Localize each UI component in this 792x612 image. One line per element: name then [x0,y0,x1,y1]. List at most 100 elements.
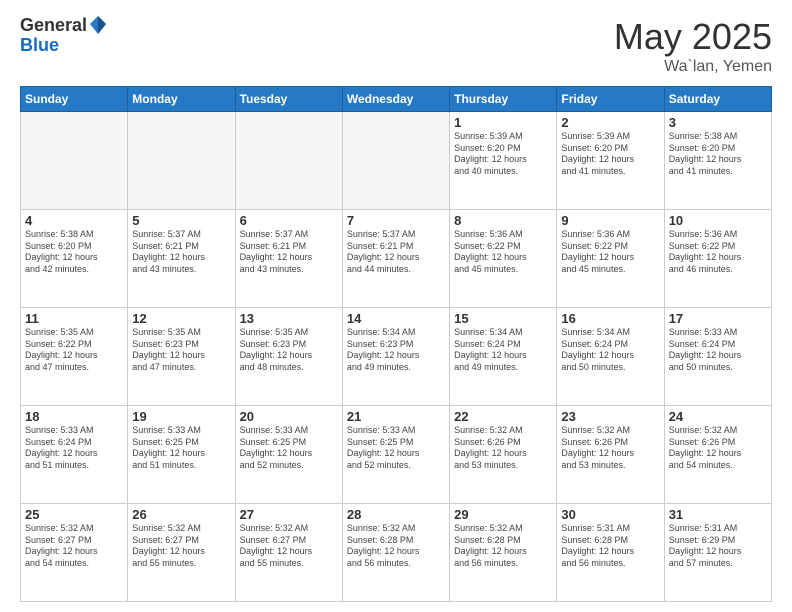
calendar-cell [128,112,235,210]
calendar-cell: 29Sunrise: 5:32 AM Sunset: 6:28 PM Dayli… [450,504,557,602]
day-info: Sunrise: 5:35 AM Sunset: 6:23 PM Dayligh… [240,327,338,374]
day-number: 13 [240,311,338,326]
calendar-cell: 31Sunrise: 5:31 AM Sunset: 6:29 PM Dayli… [664,504,771,602]
day-number: 9 [561,213,659,228]
calendar-cell: 7Sunrise: 5:37 AM Sunset: 6:21 PM Daylig… [342,210,449,308]
calendar-cell: 18Sunrise: 5:33 AM Sunset: 6:24 PM Dayli… [21,406,128,504]
day-number: 30 [561,507,659,522]
day-number: 3 [669,115,767,130]
calendar-cell: 3Sunrise: 5:38 AM Sunset: 6:20 PM Daylig… [664,112,771,210]
calendar-cell [235,112,342,210]
day-info: Sunrise: 5:38 AM Sunset: 6:20 PM Dayligh… [669,131,767,178]
calendar-cell: 13Sunrise: 5:35 AM Sunset: 6:23 PM Dayli… [235,308,342,406]
day-info: Sunrise: 5:35 AM Sunset: 6:22 PM Dayligh… [25,327,123,374]
day-info: Sunrise: 5:32 AM Sunset: 6:28 PM Dayligh… [347,523,445,570]
logo-text: General Blue [20,16,107,56]
day-info: Sunrise: 5:36 AM Sunset: 6:22 PM Dayligh… [669,229,767,276]
day-info: Sunrise: 5:32 AM Sunset: 6:26 PM Dayligh… [454,425,552,472]
day-info: Sunrise: 5:39 AM Sunset: 6:20 PM Dayligh… [454,131,552,178]
day-info: Sunrise: 5:34 AM Sunset: 6:23 PM Dayligh… [347,327,445,374]
calendar-cell: 15Sunrise: 5:34 AM Sunset: 6:24 PM Dayli… [450,308,557,406]
day-info: Sunrise: 5:39 AM Sunset: 6:20 PM Dayligh… [561,131,659,178]
day-number: 31 [669,507,767,522]
day-number: 15 [454,311,552,326]
day-number: 29 [454,507,552,522]
calendar-cell: 6Sunrise: 5:37 AM Sunset: 6:21 PM Daylig… [235,210,342,308]
day-number: 18 [25,409,123,424]
calendar-cell: 23Sunrise: 5:32 AM Sunset: 6:26 PM Dayli… [557,406,664,504]
day-info: Sunrise: 5:32 AM Sunset: 6:27 PM Dayligh… [25,523,123,570]
calendar-cell: 9Sunrise: 5:36 AM Sunset: 6:22 PM Daylig… [557,210,664,308]
day-info: Sunrise: 5:37 AM Sunset: 6:21 PM Dayligh… [347,229,445,276]
calendar-cell: 24Sunrise: 5:32 AM Sunset: 6:26 PM Dayli… [664,406,771,504]
col-tuesday: Tuesday [235,87,342,112]
day-info: Sunrise: 5:33 AM Sunset: 6:25 PM Dayligh… [132,425,230,472]
day-info: Sunrise: 5:37 AM Sunset: 6:21 PM Dayligh… [240,229,338,276]
day-number: 1 [454,115,552,130]
day-number: 17 [669,311,767,326]
calendar-cell: 27Sunrise: 5:32 AM Sunset: 6:27 PM Dayli… [235,504,342,602]
day-number: 7 [347,213,445,228]
calendar-cell: 12Sunrise: 5:35 AM Sunset: 6:23 PM Dayli… [128,308,235,406]
logo-blue: Blue [20,36,107,56]
calendar-table: Sunday Monday Tuesday Wednesday Thursday… [20,86,772,602]
day-number: 27 [240,507,338,522]
logo-general: General [20,16,87,36]
col-wednesday: Wednesday [342,87,449,112]
day-number: 11 [25,311,123,326]
calendar-cell: 17Sunrise: 5:33 AM Sunset: 6:24 PM Dayli… [664,308,771,406]
day-info: Sunrise: 5:34 AM Sunset: 6:24 PM Dayligh… [561,327,659,374]
day-info: Sunrise: 5:32 AM Sunset: 6:27 PM Dayligh… [132,523,230,570]
week-row-4: 18Sunrise: 5:33 AM Sunset: 6:24 PM Dayli… [21,406,772,504]
calendar-cell: 10Sunrise: 5:36 AM Sunset: 6:22 PM Dayli… [664,210,771,308]
day-info: Sunrise: 5:32 AM Sunset: 6:27 PM Dayligh… [240,523,338,570]
day-number: 21 [347,409,445,424]
calendar-cell: 25Sunrise: 5:32 AM Sunset: 6:27 PM Dayli… [21,504,128,602]
day-number: 2 [561,115,659,130]
col-friday: Friday [557,87,664,112]
calendar-cell: 26Sunrise: 5:32 AM Sunset: 6:27 PM Dayli… [128,504,235,602]
day-number: 25 [25,507,123,522]
calendar-cell: 30Sunrise: 5:31 AM Sunset: 6:28 PM Dayli… [557,504,664,602]
location: Wa`lan, Yemen [614,58,772,76]
col-sunday: Sunday [21,87,128,112]
day-info: Sunrise: 5:33 AM Sunset: 6:25 PM Dayligh… [347,425,445,472]
month-title: May 2025 [614,16,772,58]
header-row: Sunday Monday Tuesday Wednesday Thursday… [21,87,772,112]
day-number: 10 [669,213,767,228]
day-number: 8 [454,213,552,228]
day-info: Sunrise: 5:32 AM Sunset: 6:26 PM Dayligh… [669,425,767,472]
day-number: 22 [454,409,552,424]
day-info: Sunrise: 5:36 AM Sunset: 6:22 PM Dayligh… [561,229,659,276]
day-number: 4 [25,213,123,228]
col-monday: Monday [128,87,235,112]
week-row-2: 4Sunrise: 5:38 AM Sunset: 6:20 PM Daylig… [21,210,772,308]
logo-icon [89,14,107,36]
calendar-cell: 28Sunrise: 5:32 AM Sunset: 6:28 PM Dayli… [342,504,449,602]
calendar-cell [342,112,449,210]
calendar-cell: 16Sunrise: 5:34 AM Sunset: 6:24 PM Dayli… [557,308,664,406]
day-info: Sunrise: 5:32 AM Sunset: 6:26 PM Dayligh… [561,425,659,472]
title-block: May 2025 Wa`lan, Yemen [614,16,772,76]
page: General Blue May 2025 Wa`lan, Yemen Sund… [0,0,792,612]
calendar-cell: 11Sunrise: 5:35 AM Sunset: 6:22 PM Dayli… [21,308,128,406]
day-info: Sunrise: 5:33 AM Sunset: 6:25 PM Dayligh… [240,425,338,472]
calendar-cell: 2Sunrise: 5:39 AM Sunset: 6:20 PM Daylig… [557,112,664,210]
calendar-cell: 1Sunrise: 5:39 AM Sunset: 6:20 PM Daylig… [450,112,557,210]
col-thursday: Thursday [450,87,557,112]
day-info: Sunrise: 5:31 AM Sunset: 6:28 PM Dayligh… [561,523,659,570]
day-number: 16 [561,311,659,326]
day-number: 26 [132,507,230,522]
logo: General Blue [20,16,107,56]
week-row-3: 11Sunrise: 5:35 AM Sunset: 6:22 PM Dayli… [21,308,772,406]
calendar-cell: 19Sunrise: 5:33 AM Sunset: 6:25 PM Dayli… [128,406,235,504]
day-number: 14 [347,311,445,326]
calendar-cell: 22Sunrise: 5:32 AM Sunset: 6:26 PM Dayli… [450,406,557,504]
week-row-5: 25Sunrise: 5:32 AM Sunset: 6:27 PM Dayli… [21,504,772,602]
day-info: Sunrise: 5:31 AM Sunset: 6:29 PM Dayligh… [669,523,767,570]
day-info: Sunrise: 5:32 AM Sunset: 6:28 PM Dayligh… [454,523,552,570]
calendar-cell: 14Sunrise: 5:34 AM Sunset: 6:23 PM Dayli… [342,308,449,406]
day-info: Sunrise: 5:34 AM Sunset: 6:24 PM Dayligh… [454,327,552,374]
day-number: 19 [132,409,230,424]
day-info: Sunrise: 5:38 AM Sunset: 6:20 PM Dayligh… [25,229,123,276]
